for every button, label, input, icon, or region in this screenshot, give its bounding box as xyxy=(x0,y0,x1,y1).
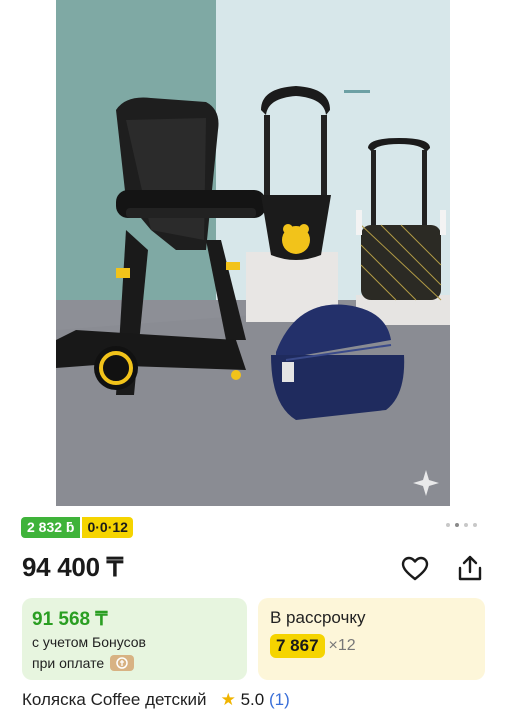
installment-card[interactable]: В рассрочку 7 867 ×12 xyxy=(258,598,485,680)
installment-title: В рассрочку xyxy=(270,608,366,627)
favorite-button[interactable] xyxy=(400,554,430,584)
bonus-payment-caption: при оплате xyxy=(32,655,105,671)
bonus-wallet-icon xyxy=(110,655,135,671)
bonus-price: 91 568 ₸ xyxy=(32,609,108,630)
installment-row: 7 867 ×12 xyxy=(270,634,356,658)
gallery-dot[interactable] xyxy=(473,523,477,527)
gallery-dot[interactable] xyxy=(464,523,468,527)
gallery-dot[interactable] xyxy=(446,523,450,527)
installment-badge: 0·0·12 xyxy=(82,517,133,538)
bonus-caption: с учетом Бонусов xyxy=(32,634,146,650)
bonus-badge: 2 832 ƃ xyxy=(21,517,81,538)
share-icon xyxy=(458,555,482,581)
installment-amount: 7 867 xyxy=(270,634,325,658)
installment-multiplier: ×12 xyxy=(328,637,356,654)
badges-row: 2 832 ƃ 0·0·12 xyxy=(21,517,133,538)
product-title-row[interactable]: Коляска Сoffee детский ★ 5.0 (1) xyxy=(22,690,290,710)
product-price: 94 400 ₸ xyxy=(22,552,123,582)
product-image[interactable] xyxy=(56,0,450,506)
share-button[interactable] xyxy=(455,553,485,583)
bonus-price-card[interactable]: 91 568 ₸ с учетом Бонусов при оплате xyxy=(22,598,247,680)
heart-icon xyxy=(401,556,429,581)
gallery-dot-active[interactable] xyxy=(455,523,459,527)
bonus-payment-row: при оплате xyxy=(32,655,135,671)
gallery-pagination xyxy=(446,523,477,527)
